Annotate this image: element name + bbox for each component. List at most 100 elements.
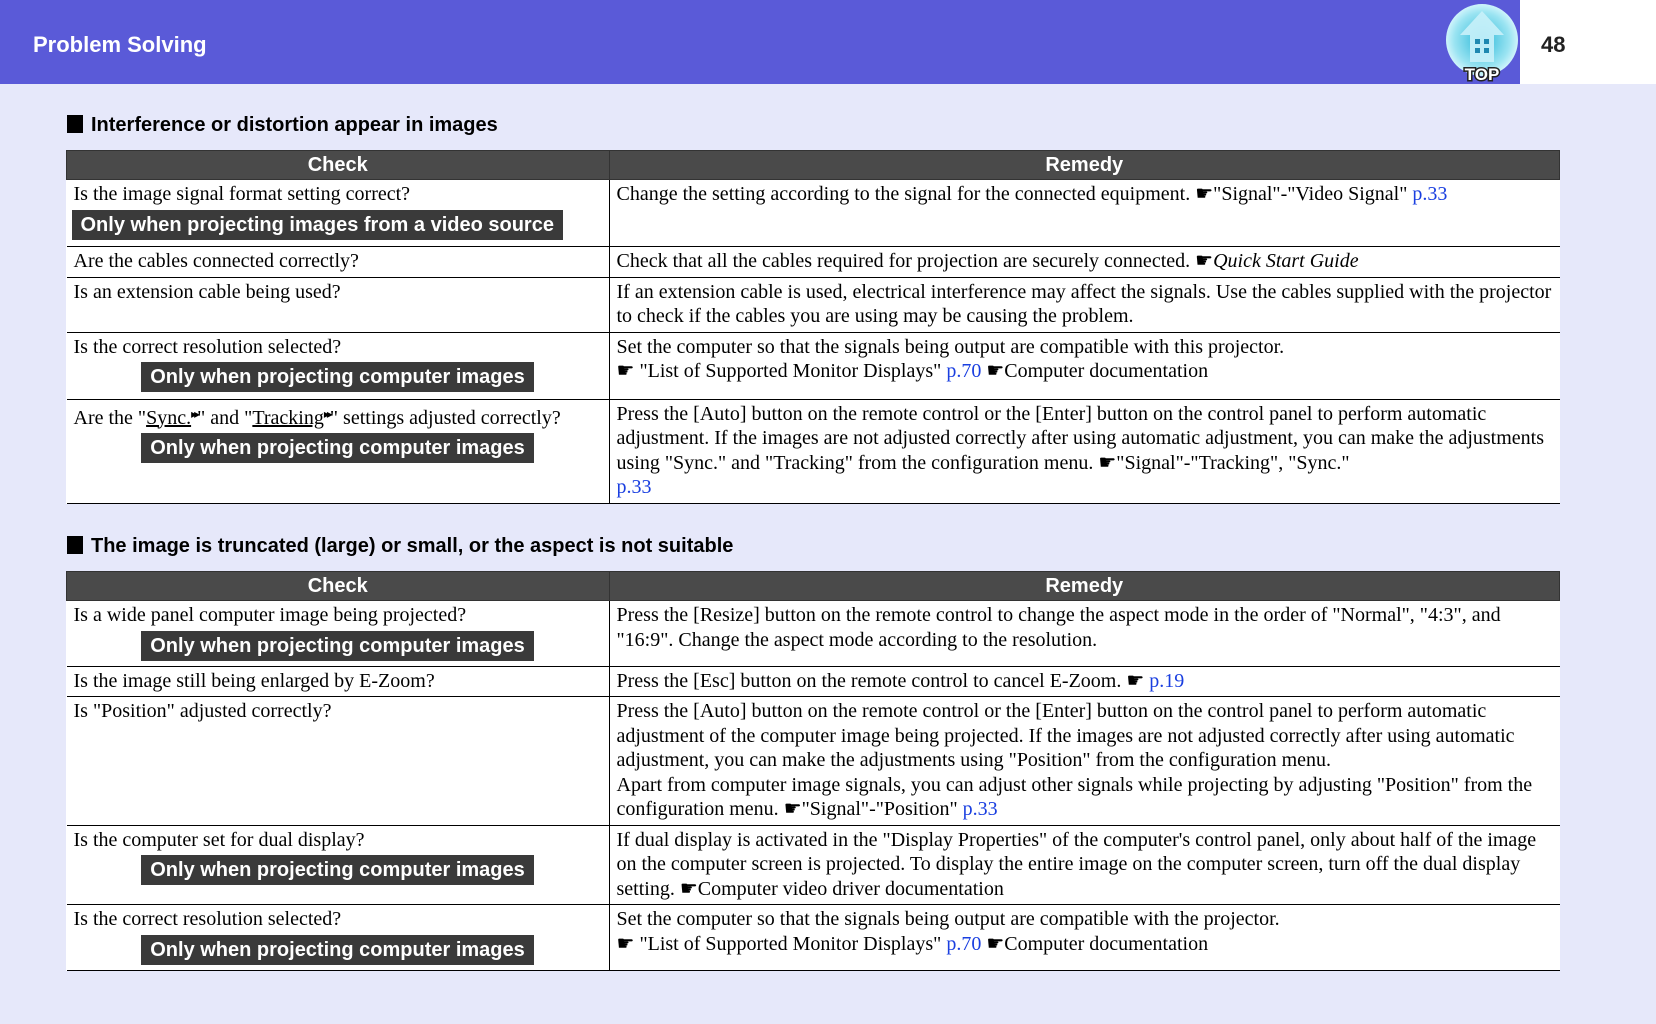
check-cell: Is the image still being enlarged by E-Z… <box>66 665 610 697</box>
page-number: 48 <box>1541 32 1566 57</box>
interference-table: Check Remedy Is the image signal format … <box>66 150 1560 504</box>
check-text: Is the image still being enlarged by E-Z… <box>73 669 435 692</box>
page-header: Problem Solving <box>0 0 1520 84</box>
remedy-cell: Press the [Esc] button on the remote con… <box>609 665 1560 697</box>
remedy-text: Press the [Auto] button on the remote co… <box>616 402 1545 474</box>
remedy-reference: Computer video driver documentation <box>697 877 1004 900</box>
check-text: Is the correct resolution selected? <box>73 335 342 358</box>
condition-badge: Only when projecting computer images <box>141 630 534 661</box>
check-text: Are the "Sync.▸▸" and "Tracking▸▸" setti… <box>73 406 561 429</box>
svg-text:TOP: TOP <box>1465 65 1500 84</box>
remedy-text: Set the computer so that the signals bei… <box>616 908 1280 930</box>
glossary-link-sync[interactable]: Sync. <box>146 407 191 429</box>
check-text: Is the computer set for dual display? <box>73 828 365 851</box>
pointer-icon: ☛ <box>1098 451 1117 474</box>
table-row: Is a wide panel computer image being pro… <box>66 600 1560 667</box>
glossary-link-tracking[interactable]: Tracking <box>252 407 323 429</box>
section-title-interference: Interference or distortion appear in ima… <box>67 114 498 137</box>
check-text: Is the image signal format setting corre… <box>73 183 411 205</box>
pointer-icon: ☛ <box>616 932 635 955</box>
column-header-remedy: Remedy <box>608 571 1560 601</box>
remedy-cell: Change the setting according to the sign… <box>609 179 1560 247</box>
check-text: Are the cables connected correctly? <box>73 250 359 272</box>
check-cell: Is the correct resolution selected? Only… <box>66 331 610 400</box>
condition-badge: Only when projecting computer images <box>141 855 534 885</box>
table-row: Is the correct resolution selected? Only… <box>66 904 1560 971</box>
table-row: Are the cables connected correctly? Chec… <box>66 246 1560 278</box>
condition-badge: Only when projecting computer images <box>141 934 534 965</box>
remedy-cell: Press the [Auto] button on the remote co… <box>609 696 1560 826</box>
truncated-table: Check Remedy Is a wide panel computer im… <box>66 571 1560 971</box>
table-row: Are the "Sync.▸▸" and "Tracking▸▸" setti… <box>66 398 1560 504</box>
check-cell: Are the "Sync.▸▸" and "Tracking▸▸" setti… <box>66 398 610 504</box>
table-header-row: Check Remedy <box>66 571 1560 601</box>
pointer-icon: ☛ <box>986 360 1005 382</box>
pointer-icon: ☛ <box>1126 669 1145 692</box>
check-cell: Are the cables connected correctly? <box>66 246 610 278</box>
table-row: Is the image signal format setting corre… <box>66 179 1560 247</box>
condition-badge: Only when projecting computer images <box>141 433 534 463</box>
remedy-reference: Computer documentation <box>1004 932 1209 955</box>
table-row: Is the correct resolution selected? Only… <box>66 331 1560 400</box>
remedy-text: Press the [Resize] button on the remote … <box>616 604 1501 651</box>
remedy-cell: Press the [Auto] button on the remote co… <box>609 398 1560 504</box>
remedy-reference: "Signal"-"Tracking", "Sync." <box>1116 451 1350 474</box>
check-cell: Is the correct resolution selected? Only… <box>66 904 610 971</box>
check-cell: Is the image signal format setting corre… <box>66 179 610 247</box>
check-cell: Is a wide panel computer image being pro… <box>66 600 610 667</box>
pointer-icon: ☛ <box>986 932 1005 955</box>
table-row: Is the image still being enlarged by E-Z… <box>66 665 1560 697</box>
remedy-cell: If dual display is activated in the "Dis… <box>609 824 1560 905</box>
remedy-cell: If an extension cable is used, electrica… <box>609 276 1560 333</box>
pointer-icon: ☛ <box>679 877 698 900</box>
remedy-cell: Set the computer so that the signals bei… <box>609 904 1560 971</box>
pointer-icon: ☛ <box>783 798 802 820</box>
remedy-text: Change the setting according to the sign… <box>616 183 1196 205</box>
remedy-text: If an extension cable is used, electrica… <box>616 280 1552 328</box>
section-bullet-icon <box>67 115 83 133</box>
remedy-reference: Computer documentation <box>1004 360 1209 382</box>
remedy-text: Apart from computer image signals, you c… <box>616 773 1533 821</box>
remedy-text: Check that all the cables required for p… <box>616 250 1196 272</box>
pointer-icon: ☛ <box>616 360 635 382</box>
column-header-remedy: Remedy <box>608 150 1560 180</box>
section-title-text: Interference or distortion appear in ima… <box>91 114 498 136</box>
remedy-reference: "List of Supported Monitor Displays" <box>634 360 947 382</box>
check-cell: Is "Position" adjusted correctly? <box>66 696 610 826</box>
pointer-icon: ☛ <box>1195 183 1214 205</box>
page-link[interactable]: p.33 <box>617 476 652 498</box>
check-text: Is "Position" adjusted correctly? <box>73 700 332 722</box>
pointer-icon: ☛ <box>1195 250 1214 272</box>
remedy-reference: Quick Start Guide <box>1213 250 1359 272</box>
column-header-check: Check <box>66 150 610 180</box>
condition-badge: Only when projecting computer images <box>141 362 534 392</box>
page-link[interactable]: p.70 <box>946 933 981 955</box>
check-text: Is a wide panel computer image being pro… <box>73 604 467 626</box>
top-button[interactable]: TOP <box>1444 2 1520 86</box>
remedy-cell: Press the [Resize] button on the remote … <box>609 600 1560 667</box>
check-cell: Is the computer set for dual display? On… <box>66 824 610 905</box>
remedy-reference: "List of Supported Monitor Displays" <box>634 932 947 955</box>
condition-badge: Only when projecting images from a video… <box>71 209 563 240</box>
remedy-text: Set the computer so that the signals bei… <box>616 335 1285 358</box>
page-link[interactable]: p.19 <box>1149 670 1184 692</box>
table-row: Is the computer set for dual display? On… <box>66 824 1560 905</box>
remedy-cell: Set the computer so that the signals bei… <box>609 331 1560 400</box>
section-title-truncated: The image is truncated (large) or small,… <box>67 535 733 558</box>
check-cell: Is an extension cable being used? <box>66 276 610 333</box>
table-row: Is "Position" adjusted correctly? Press … <box>66 696 1560 826</box>
page-link[interactable]: p.70 <box>946 360 981 382</box>
page-link[interactable]: p.33 <box>1412 183 1447 205</box>
remedy-cell: Check that all the cables required for p… <box>609 246 1560 278</box>
check-text: Is the correct resolution selected? <box>73 908 342 930</box>
remedy-reference: "Signal"-"Video Signal" <box>1213 183 1413 205</box>
check-text: Is an extension cable being used? <box>73 280 341 303</box>
column-header-check: Check <box>66 571 610 601</box>
section-bullet-icon <box>67 536 83 554</box>
chapter-title: Problem Solving <box>33 32 207 57</box>
page-link[interactable]: p.33 <box>963 798 998 820</box>
table-header-row: Check Remedy <box>66 150 1560 180</box>
remedy-text: Press the [Auto] button on the remote co… <box>616 700 1515 771</box>
remedy-reference: "Signal"-"Position" <box>801 798 963 820</box>
section-title-text: The image is truncated (large) or small,… <box>91 535 734 557</box>
